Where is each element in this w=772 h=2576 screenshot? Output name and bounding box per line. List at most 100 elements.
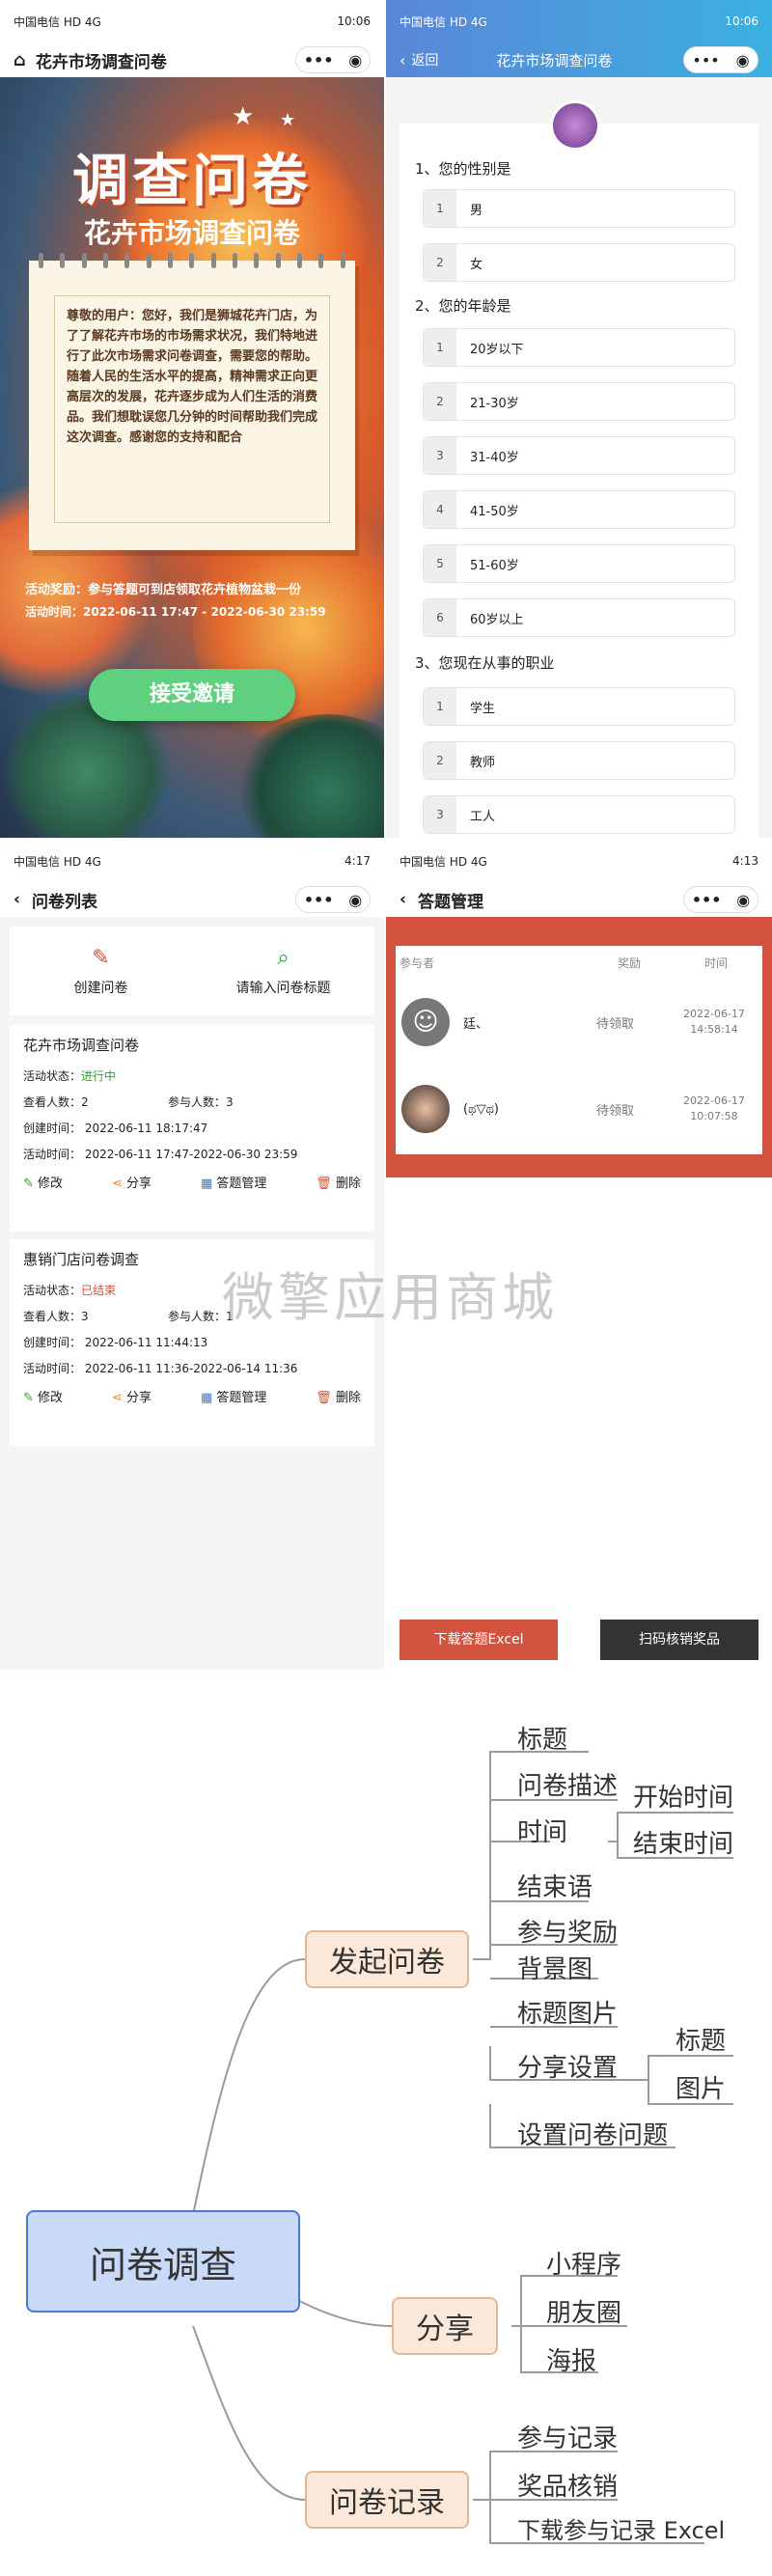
option-item[interactable]: 1 20岁以下 <box>423 328 735 367</box>
more-dots-icon[interactable]: ••• <box>692 51 719 69</box>
edit-icon: ✎ <box>23 1177 34 1191</box>
avatar <box>401 1085 450 1133</box>
created-time: 创建时间： 2022-06-11 11:44:13 <box>23 1336 208 1349</box>
leaf-node: 海报 <box>546 2347 597 2376</box>
back-link[interactable]: 返回 <box>411 50 438 69</box>
mini-program-capsule[interactable]: ••• ◉ <box>295 46 371 73</box>
question-title: 3、您现在从事的职业 <box>415 654 555 672</box>
leaf-node: 设置问卷问题 <box>517 2121 669 2150</box>
participant-name: 廷、 <box>463 1016 489 1032</box>
status-bar: 中国电信 HD 4G 10:06 <box>386 0 772 42</box>
chevron-left-icon[interactable]: ‹ <box>400 51 405 69</box>
leaf-node: 时间 <box>517 1818 568 1847</box>
intro-note-card: 尊敬的用户：您好，我们是狮城花卉门店，为了了解花卉市场的市场需求状况，我们特地进… <box>29 253 355 550</box>
question-title: 1、您的性别是 <box>415 160 511 178</box>
accept-invite-button[interactable]: 接受邀请 <box>89 669 295 721</box>
chevron-left-icon[interactable]: ‹ <box>400 890 406 909</box>
survey-card[interactable]: 花卉市场调查问卷 活动状态： 进行中 查看人数： 2 参与人数： 3 创建时间： 202… <box>10 1025 374 1232</box>
home-icon[interactable]: ⌂ <box>14 50 26 70</box>
search-survey-button[interactable]: ⌕ 请输入问卷标题 <box>192 927 374 1015</box>
record-circle-icon[interactable]: ◉ <box>736 891 750 909</box>
star-icon: ★ <box>232 102 255 131</box>
nav-bar: ⌂ 花卉市场调查问卷 ••• ◉ <box>0 42 384 77</box>
status-carrier: 中国电信 HD 4G <box>14 14 101 29</box>
mini-program-capsule[interactable]: ••• ◉ <box>683 886 758 913</box>
download-excel-button[interactable]: 下载答题Excel <box>400 1620 558 1660</box>
share-icon: ⋖ <box>111 1177 123 1191</box>
share-button[interactable]: ⋖ 分享 <box>112 1173 152 1191</box>
status-time: 4:13 <box>732 854 758 868</box>
more-dots-icon[interactable]: ••• <box>692 891 722 909</box>
created-time: 创建时间： 2022-06-11 18:17:47 <box>23 1122 208 1135</box>
table-row[interactable]: (ಥ▽ಥ) 待领取 2022-06-17 10:07:58 <box>396 1066 762 1152</box>
leaf-node: 标题 <box>517 1726 568 1755</box>
answer-time: 2022-06-17 10:07:58 <box>683 1094 745 1122</box>
status-time: 10:06 <box>725 14 758 28</box>
option-item[interactable]: 5 51-60岁 <box>423 544 735 583</box>
document-edit-icon: ✎ <box>92 945 110 970</box>
status-time: 10:06 <box>337 14 371 28</box>
feature-mind-map: 问卷调查 发起问卷 分享 问卷记录 标题 问卷描述 时间 开始时间 结束时间 结… <box>0 1670 772 2576</box>
question-title: 2、您的年龄是 <box>415 297 511 315</box>
option-item[interactable]: 6 60岁以上 <box>423 598 735 637</box>
chart-icon: ▦ <box>200 1177 213 1191</box>
trash-icon: 🗑 <box>316 1177 332 1191</box>
branch-node: 问卷记录 <box>305 2471 469 2529</box>
table-row[interactable]: ☺ 廷、 待领取 2022-06-17 14:58:14 <box>396 979 762 1066</box>
option-item[interactable]: 4 41-50岁 <box>423 490 735 529</box>
record-circle-icon[interactable]: ◉ <box>348 891 362 909</box>
status-bar: 中国电信 HD 4G 10:06 <box>0 0 384 42</box>
option-item[interactable]: 2 21-30岁 <box>423 382 735 421</box>
option-item[interactable]: 3 31-40岁 <box>423 436 735 475</box>
star-icon: ★ <box>280 110 296 130</box>
record-circle-icon[interactable]: ◉ <box>736 51 750 69</box>
trash-icon: 🗑 <box>316 1391 332 1405</box>
status-carrier: 中国电信 HD 4G <box>400 14 487 29</box>
delete-button[interactable]: 🗑 删除 <box>316 1173 361 1191</box>
create-survey-button[interactable]: ✎ 创建问卷 <box>10 927 192 1015</box>
option-item[interactable]: 2女 <box>423 243 735 282</box>
leaf-node: 参与记录 <box>517 2424 619 2453</box>
answer-manage-button[interactable]: ▦ 答题管理 <box>201 1173 266 1191</box>
more-dots-icon[interactable]: ••• <box>304 51 334 69</box>
survey-question-screen: 中国电信 HD 4G 10:06 ‹ 返回 花卉市场调查问卷 ••• ◉ 1、您… <box>386 0 772 838</box>
nav-title: 答题管理 <box>418 892 484 912</box>
leaf-node: 分享设置 <box>517 2054 619 2083</box>
nav-title: 花卉市场调查问卷 <box>496 51 613 69</box>
answer-manage-button[interactable]: ▦ 答题管理 <box>201 1387 266 1405</box>
option-item[interactable]: 2 教师 <box>423 741 735 780</box>
option-item[interactable]: 1男 <box>423 189 735 228</box>
question-card <box>400 124 758 838</box>
leaf-node: 小程序 <box>546 2251 622 2280</box>
poster-subtitle: 花卉市场调查问卷 <box>83 217 300 249</box>
survey-cover-screen: 中国电信 HD 4G 10:06 ⌂ 花卉市场调查问卷 ••• ◉ ★ ★ 调查… <box>0 0 384 838</box>
poster-title: 调查问卷 <box>71 148 312 213</box>
scan-verify-button[interactable]: 扫码核销奖品 <box>600 1620 758 1660</box>
status-carrier: 中国电信 HD 4G <box>400 854 487 869</box>
nav-bar: ‹ 答题管理 ••• ◉ <box>386 882 772 917</box>
nav-bar: ‹ 返回 花卉市场调查问卷 ••• ◉ <box>386 42 772 77</box>
record-circle-icon[interactable]: ◉ <box>348 51 362 69</box>
more-dots-icon[interactable]: ••• <box>304 891 334 909</box>
option-item[interactable]: 1 学生 <box>423 687 735 726</box>
survey-title: 花卉市场调查问卷 <box>23 1037 140 1054</box>
option-item[interactable]: 3 工人 <box>423 795 735 834</box>
leaf-node: 结束语 <box>517 1873 593 1902</box>
leaf-node: 下载参与记录 Excel <box>517 2517 726 2544</box>
status-time: 4:17 <box>345 854 371 868</box>
card-actions: ✎ 修改 ⋖ 分享 ▦ 答题管理 🗑 删除 <box>23 1173 361 1191</box>
leaf-node: 结束时间 <box>633 1830 734 1859</box>
edit-button[interactable]: ✎ 修改 <box>23 1173 63 1191</box>
mini-program-capsule[interactable]: ••• ◉ <box>683 46 758 73</box>
mini-program-capsule[interactable]: ••• ◉ <box>295 886 371 913</box>
status-carrier: 中国电信 HD 4G <box>14 854 101 869</box>
branch-node: 发起问卷 <box>305 1930 469 1988</box>
share-button[interactable]: ⋖ 分享 <box>112 1387 152 1405</box>
note-binding-rings <box>39 253 345 268</box>
leaf-node: 标题 <box>676 2027 727 2056</box>
delete-button[interactable]: 🗑 删除 <box>316 1387 361 1405</box>
branch-node: 分享 <box>392 2297 498 2355</box>
status-bar: 中国电信 HD 4G 4:13 <box>386 840 772 882</box>
edit-button[interactable]: ✎ 修改 <box>23 1387 63 1405</box>
chevron-left-icon[interactable]: ‹ <box>14 890 20 909</box>
